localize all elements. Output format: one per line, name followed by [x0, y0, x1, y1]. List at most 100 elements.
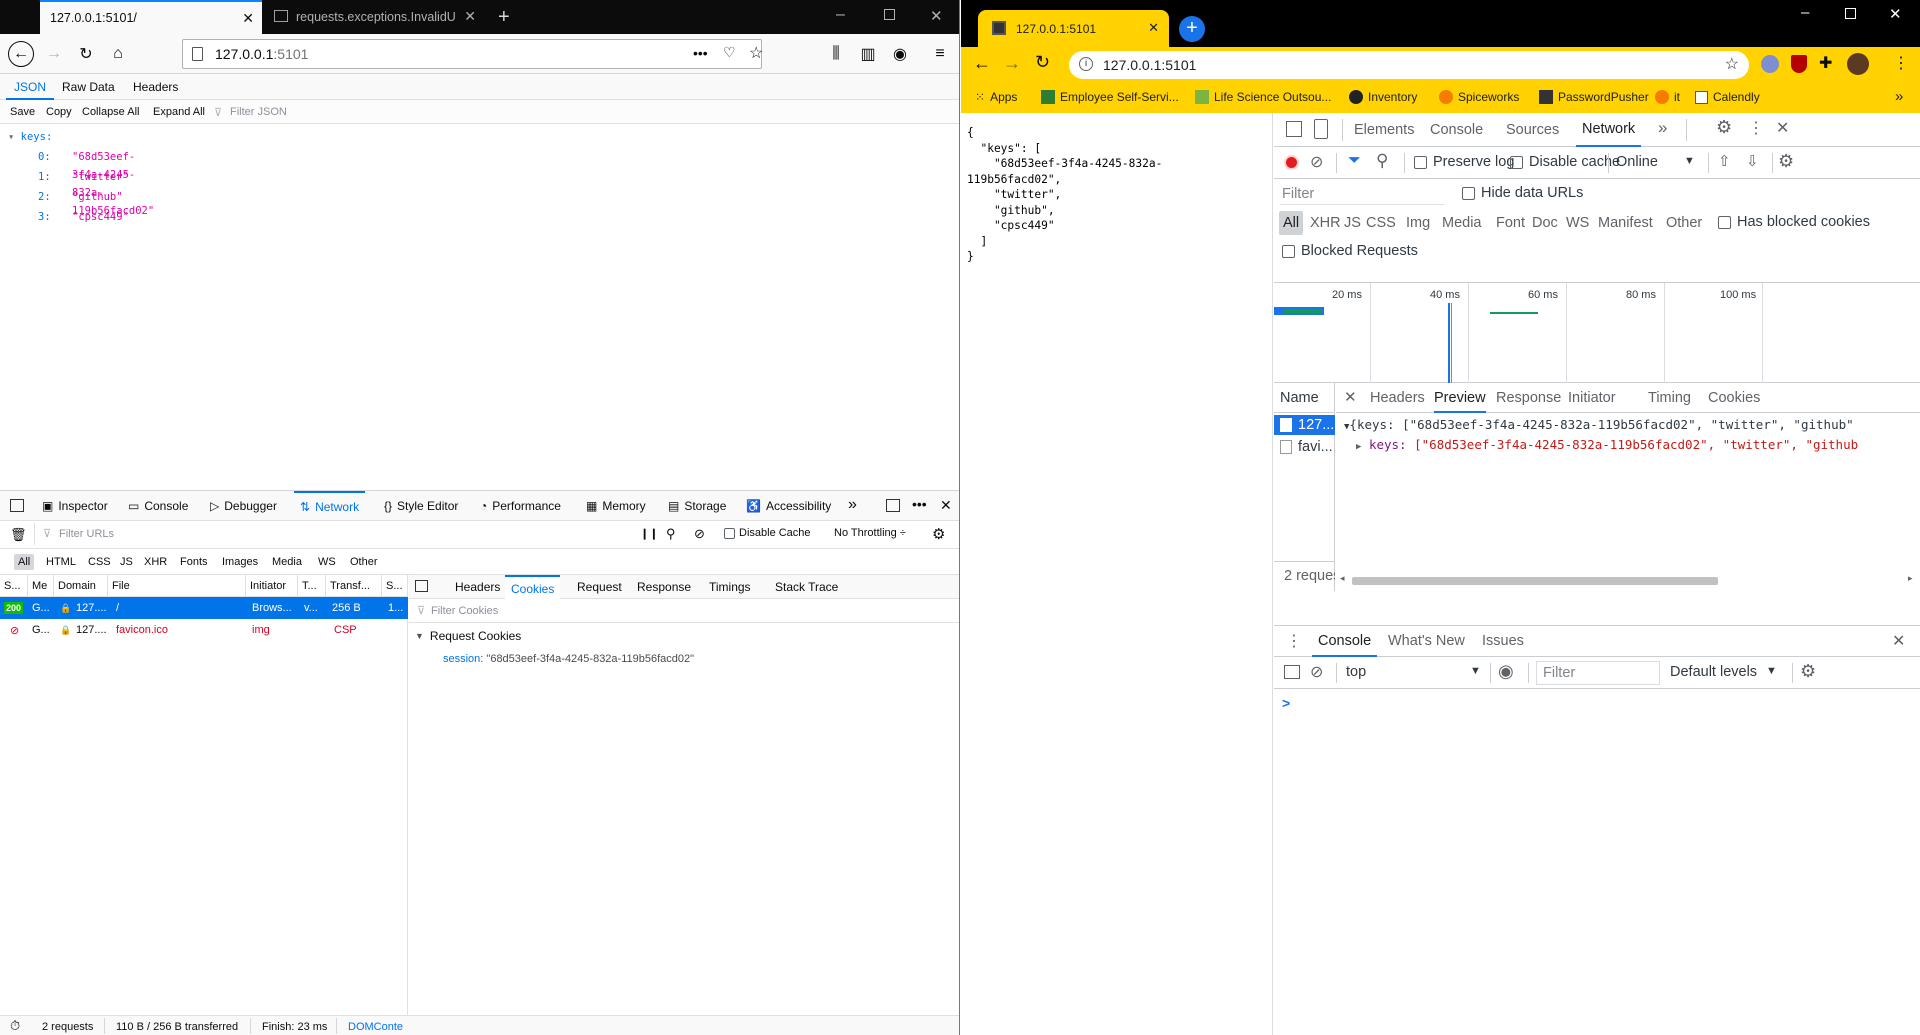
tab-response[interactable]: Response: [631, 575, 697, 599]
type-xhr[interactable]: XHR: [140, 554, 171, 570]
record-icon[interactable]: [1284, 155, 1299, 170]
column-status[interactable]: S...: [0, 575, 28, 597]
more-bookmarks-icon[interactable]: »: [1895, 88, 1903, 105]
tab-sources[interactable]: Sources: [1506, 113, 1559, 147]
json-item-row[interactable]: 3: "cpsc449": [38, 208, 129, 226]
tab-performance[interactable]: ◔ Performance: [480, 491, 561, 521]
cookie-row[interactable]: session: "68d53eef-3f4a-4245-832a-119b56…: [443, 653, 694, 665]
pocket-icon[interactable]: ♡: [723, 44, 736, 61]
maximize-icon[interactable]: [884, 9, 895, 20]
json-root-row[interactable]: ▾ keys:: [8, 128, 52, 146]
address-bar[interactable]: 127.0.0.1:5101 ••• ♡ ☆: [182, 39, 763, 69]
block-icon[interactable]: ⊘: [694, 526, 705, 542]
minimize-icon[interactable]: –: [1801, 4, 1809, 21]
sidebar-toggle-icon[interactable]: [1284, 665, 1300, 679]
trash-icon[interactable]: 🗑: [10, 527, 27, 543]
tab-raw-data[interactable]: Raw Data: [54, 74, 123, 100]
twisty-icon[interactable]: ▾: [8, 131, 14, 143]
type-media[interactable]: Media: [1442, 211, 1482, 235]
pause-icon[interactable]: ❙❙: [640, 527, 658, 540]
table-row[interactable]: ⊘ G... 🔒 127.... favicon.ico img CSP: [0, 619, 408, 641]
gear-icon[interactable]: ⚙: [1778, 151, 1794, 172]
close-icon[interactable]: ✕: [464, 8, 476, 25]
tab-debugger[interactable]: ▷ Debugger: [210, 491, 277, 521]
filter-input[interactable]: Filter: [1280, 183, 1444, 205]
page-actions-icon[interactable]: •••: [693, 45, 708, 61]
tab-headers[interactable]: Headers: [125, 74, 186, 100]
column-file[interactable]: File: [108, 575, 246, 597]
hide-data-urls-checkbox[interactable]: Hide data URLs: [1462, 185, 1583, 201]
tab-timing[interactable]: Timing: [1648, 383, 1691, 413]
tab-json[interactable]: 127.0.0.1:5101/ ✕: [40, 0, 262, 34]
request-cookies-section[interactable]: ▼ Request Cookies: [415, 629, 521, 643]
context-select[interactable]: top ▼: [1346, 664, 1482, 680]
scroll-left-icon[interactable]: ◂: [1340, 573, 1345, 584]
type-all[interactable]: All: [1279, 211, 1304, 235]
name-header[interactable]: Name: [1274, 383, 1335, 413]
info-icon[interactable]: i: [1079, 57, 1093, 71]
menu-icon[interactable]: ≡: [928, 42, 952, 66]
tab-network[interactable]: Network: [1576, 113, 1642, 147]
console-filter-input[interactable]: Filter: [1536, 661, 1660, 685]
tab-json-view[interactable]: JSON: [6, 74, 55, 100]
type-js[interactable]: JS: [1344, 211, 1361, 235]
close-icon[interactable]: ✕: [1344, 388, 1357, 406]
preserve-log-checkbox[interactable]: Preserve log: [1414, 154, 1514, 170]
type-img[interactable]: Img: [1406, 211, 1430, 235]
puzzle-icon[interactable]: ✚: [1819, 53, 1832, 73]
new-tab-icon[interactable]: +: [1179, 16, 1205, 42]
tab-request[interactable]: Request: [571, 575, 628, 599]
close-window-icon[interactable]: ✕: [1889, 5, 1902, 23]
drawer-menu-icon[interactable]: ⋮: [1286, 631, 1302, 651]
account-icon[interactable]: ◉: [888, 42, 912, 66]
clear-console-icon[interactable]: ⊘: [1310, 662, 1323, 682]
bookmark-employee[interactable]: Employee Self-Servi...: [1041, 90, 1179, 104]
column-initiator[interactable]: Initiator: [246, 575, 298, 597]
type-media[interactable]: Media: [268, 554, 306, 570]
drawer-tab-console[interactable]: Console: [1312, 626, 1378, 657]
type-fonts[interactable]: Fonts: [176, 554, 212, 570]
table-row[interactable]: 200 G... 🔒 127.... / Brows... v... 256 B…: [0, 597, 408, 619]
json-item-row[interactable]: 0: "68d53eef-3f4a-4245-832a-119b56facd02…: [38, 148, 154, 217]
json-item-row[interactable]: 2: "github": [38, 188, 123, 206]
bookmark-apps[interactable]: ⁙ Apps: [975, 90, 1017, 104]
bookmark-inventory[interactable]: Inventory: [1349, 90, 1417, 104]
column-type[interactable]: T...: [298, 575, 326, 597]
tab-console[interactable]: Console: [1430, 113, 1483, 147]
filter-cookies-input[interactable]: ⊽ Filter Cookies: [409, 599, 959, 623]
search-icon[interactable]: ⚲: [1376, 151, 1388, 171]
filter-json-input[interactable]: Filter JSON: [230, 106, 287, 118]
tab-requests-error[interactable]: requests.exceptions.InvalidURL ✕: [262, 0, 484, 34]
filter-icon[interactable]: ⏷: [1348, 152, 1361, 170]
tab-timings[interactable]: Timings: [703, 575, 757, 599]
column-size[interactable]: S...: [382, 575, 408, 597]
disable-cache-checkbox[interactable]: Disable Cache: [724, 527, 811, 539]
filter-urls-input[interactable]: ⊽ Filter URLs: [34, 523, 628, 545]
tab-initiator[interactable]: Initiator: [1568, 383, 1616, 413]
tab-memory[interactable]: ▦ Memory: [586, 491, 646, 521]
preview-keys-row[interactable]: ▶ keys: ["68d53eef-3f4a-4245-832a-119b56…: [1356, 437, 1920, 452]
horizontal-scrollbar[interactable]: ◂ ▸: [1336, 573, 1920, 587]
more-icon[interactable]: •••: [912, 496, 927, 512]
type-js[interactable]: JS: [116, 554, 137, 570]
home-icon[interactable]: ⌂: [106, 42, 130, 66]
throttling-select[interactable]: No Throttling ÷: [834, 527, 906, 539]
reload-icon[interactable]: ↻: [1035, 52, 1050, 73]
bookmark-star-icon[interactable]: ☆: [749, 43, 763, 63]
type-ws[interactable]: WS: [1566, 211, 1589, 235]
close-icon[interactable]: ✕: [1148, 20, 1159, 36]
type-xhr[interactable]: XHR: [1310, 211, 1341, 235]
avatar[interactable]: [1847, 53, 1869, 75]
has-blocked-cookies-checkbox[interactable]: Has blocked cookies: [1718, 214, 1870, 230]
library-icon[interactable]: ⫼: [824, 42, 848, 66]
stopwatch-icon[interactable]: ⏱: [10, 1018, 20, 1034]
bookmark-calendly[interactable]: Calendly: [1695, 90, 1760, 104]
type-font[interactable]: Font: [1496, 211, 1525, 235]
bookmark-spiceworks[interactable]: Spiceworks: [1439, 90, 1519, 104]
back-icon[interactable]: ←: [8, 41, 34, 67]
pick-element-icon[interactable]: [10, 499, 24, 512]
gear-icon[interactable]: ⚙: [1716, 117, 1732, 138]
tab-accessibility[interactable]: ♿ Accessibility: [746, 491, 831, 521]
log-levels-select[interactable]: Default levels ▼: [1670, 664, 1778, 680]
drawer-tab-issues[interactable]: Issues: [1482, 626, 1524, 656]
